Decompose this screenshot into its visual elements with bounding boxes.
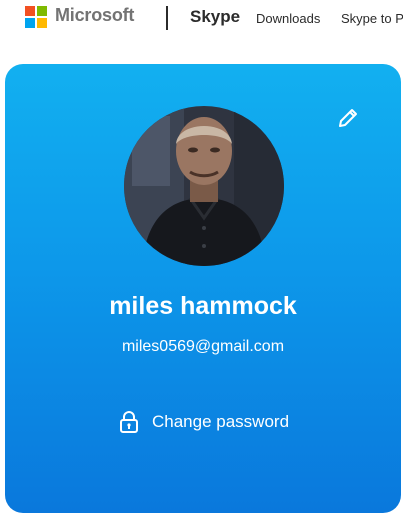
microsoft-logo-icon[interactable] (25, 6, 47, 28)
nav-downloads-link[interactable]: Downloads (256, 11, 320, 26)
top-navigation-bar: Microsoft Skype Downloads Skype to Pl (0, 0, 403, 38)
microsoft-brand-text[interactable]: Microsoft (55, 5, 134, 26)
lock-icon (120, 411, 138, 433)
profile-email: miles0569@gmail.com (121, 338, 285, 355)
avatar[interactable] (124, 106, 284, 266)
pencil-icon[interactable] (336, 106, 360, 130)
change-password-link[interactable]: Change password (118, 408, 289, 436)
nav-skype-to-link[interactable]: Skype to Pl (341, 11, 403, 26)
profile-card: miles hammock miles0569@gmail.com Change… (5, 64, 401, 513)
header-divider (166, 6, 168, 30)
profile-name: miles hammock (109, 292, 297, 320)
change-password-label: Change password (152, 412, 290, 431)
skype-product-link[interactable]: Skype (190, 7, 240, 27)
